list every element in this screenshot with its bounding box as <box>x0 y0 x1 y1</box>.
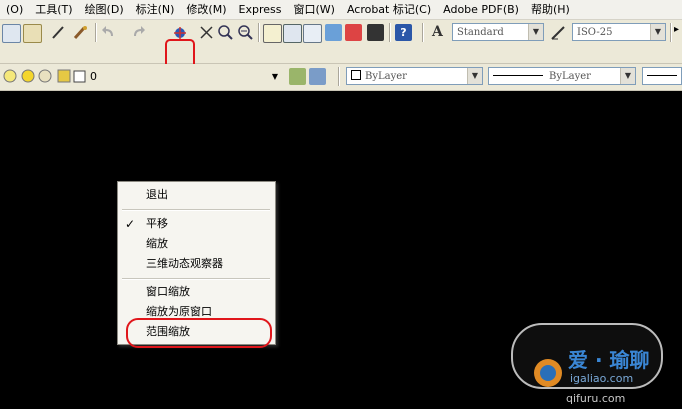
copy-icon[interactable] <box>2 24 21 43</box>
menu-item-zoom-window[interactable]: 窗口缩放 <box>118 282 275 302</box>
menu-item-pan[interactable]: ✓ 平移 <box>118 214 275 234</box>
redo-icon[interactable] <box>130 24 147 41</box>
paste-icon[interactable] <box>23 24 42 43</box>
watermark-line1: 爱 · 瑜聊 <box>568 348 650 372</box>
color-value: ByLayer <box>365 71 407 82</box>
match-properties-icon[interactable] <box>50 24 67 41</box>
menu-item-zoom[interactable]: 缩放 <box>118 234 275 254</box>
menu-bar: (O) 工具(T) 绘图(D) 标注(N) 修改(M) Express 窗口(W… <box>0 0 682 20</box>
menu-help[interactable]: 帮助(H) <box>525 0 576 19</box>
layers-toolbar: 0 ▼ ByLayer ▼ ByLayer ▼ <box>0 64 682 91</box>
menu-adobe-pdf[interactable]: Adobe PDF(B) <box>437 0 525 19</box>
separator <box>95 23 97 42</box>
separator <box>389 23 391 42</box>
chevron-down-icon[interactable]: ▼ <box>528 24 543 40</box>
zoom-previous-icon[interactable] <box>237 24 254 41</box>
make-current-layer-icon[interactable] <box>289 68 306 85</box>
menu-item-3d-orbit[interactable]: 三维动态观察器 <box>118 254 275 274</box>
linetype-select[interactable]: ByLayer ▼ <box>488 67 636 85</box>
toolbar-more-icon[interactable]: ▸ <box>674 24 682 41</box>
watermark-line3: qifuru.com <box>566 392 626 405</box>
text-style-select[interactable]: Standard ▼ <box>452 23 544 41</box>
properties-icon[interactable] <box>263 24 282 43</box>
menu-draw[interactable]: 绘图(D) <box>79 0 130 19</box>
text-style-value: Standard <box>457 27 504 38</box>
menu-divider <box>122 278 270 280</box>
layer-previous-icon[interactable] <box>309 68 326 85</box>
dim-style-select[interactable]: ISO-25 ▼ <box>572 23 666 41</box>
layer-dropdown-icon[interactable]: ▼ <box>268 69 282 86</box>
zoom-realtime-icon[interactable] <box>198 24 215 41</box>
highlight-zoom-extents <box>126 318 272 348</box>
menu-format[interactable]: (O) <box>0 0 29 19</box>
help-icon[interactable]: ? <box>395 24 412 41</box>
separator <box>258 23 260 42</box>
menu-acrobat[interactable]: Acrobat 标记(C) <box>341 0 437 19</box>
menu-modify[interactable]: 修改(M) <box>180 0 232 19</box>
chevron-down-icon[interactable]: ▼ <box>620 68 635 84</box>
zoom-window-icon[interactable] <box>217 24 234 41</box>
separator <box>670 23 672 42</box>
tool-palettes-icon[interactable] <box>303 24 322 43</box>
markup-icon[interactable] <box>345 24 362 41</box>
calculator-icon[interactable] <box>367 24 384 41</box>
sheet-set-icon[interactable] <box>325 24 342 41</box>
separator <box>422 23 424 42</box>
watermark-line2: igaliao.com <box>570 372 634 385</box>
standard-toolbar: ? A Standard ▼ ISO-25 ▼ ▸ <box>0 20 682 64</box>
linetype-value: ByLayer <box>549 71 591 82</box>
menu-dimension[interactable]: 标注(N) <box>130 0 181 19</box>
menu-tools[interactable]: 工具(T) <box>29 0 78 19</box>
check-icon: ✓ <box>125 217 136 231</box>
text-style-icon[interactable]: A <box>432 24 449 41</box>
dim-style-value: ISO-25 <box>577 27 613 38</box>
menu-item-exit[interactable]: 退出 <box>118 185 275 205</box>
watermark: 爱 · 瑜聊 igaliao.com qifuru.com <box>510 318 682 409</box>
lineweight-select[interactable] <box>642 67 682 85</box>
chevron-down-icon[interactable]: ▼ <box>650 24 665 40</box>
menu-express[interactable]: Express <box>233 0 288 19</box>
menu-window[interactable]: 窗口(W) <box>287 0 340 19</box>
brush-icon[interactable] <box>72 24 89 41</box>
separator <box>338 67 340 86</box>
design-center-icon[interactable] <box>283 24 302 43</box>
color-select[interactable]: ByLayer ▼ <box>346 67 483 85</box>
dim-style-icon[interactable] <box>550 24 567 41</box>
undo-icon[interactable] <box>100 24 117 41</box>
chevron-down-icon[interactable]: ▼ <box>467 68 482 84</box>
menu-divider <box>122 209 270 211</box>
